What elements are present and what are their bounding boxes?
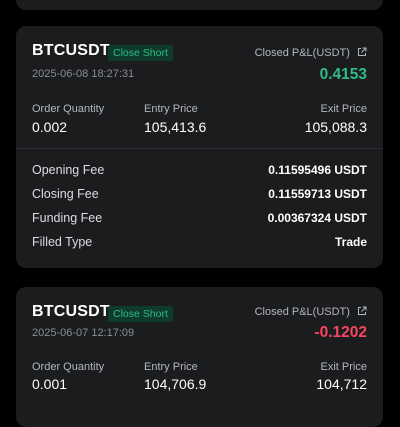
side-badge: Close Short [108, 306, 173, 322]
trade-card[interactable]: BTCUSDT Close Short 2025-06-07 12:17:09 … [16, 287, 383, 427]
entry-price-label: Entry Price [144, 361, 198, 373]
opening-fee-label: Opening Fee [32, 163, 105, 177]
entry-price-label: Entry Price [144, 103, 198, 115]
external-link-icon[interactable] [357, 306, 367, 316]
funding-fee-label: Funding Fee [32, 211, 103, 225]
pnl-label: Closed P&L(USDT) [254, 306, 350, 318]
pnl-label: Closed P&L(USDT) [254, 47, 350, 59]
filled-type-label: Filled Type [32, 235, 93, 249]
trade-card[interactable]: BTCUSDT Close Short 2025-06-08 18:27:31 … [16, 26, 383, 268]
exit-price-label: Exit Price [320, 361, 367, 373]
trade-symbol: BTCUSDT [32, 42, 110, 59]
external-link-icon[interactable] [357, 47, 367, 57]
order-quantity-label: Order Quantity [32, 361, 105, 373]
pnl-link[interactable]: Closed P&L(USDT) [255, 306, 367, 318]
previous-trade-card[interactable] [16, 0, 383, 10]
exit-price-value: 105,088.3 [304, 119, 367, 135]
exit-price-value: 104,712 [316, 376, 367, 392]
order-quantity-label: Order Quantity [32, 103, 105, 115]
pnl-value: -0.1202 [314, 324, 367, 341]
divider [16, 148, 383, 149]
order-quantity-value: 0.002 [32, 119, 68, 135]
trade-timestamp: 2025-06-08 18:27:31 [32, 68, 135, 80]
order-quantity-value: 0.001 [32, 376, 68, 392]
exit-price-label: Exit Price [320, 103, 367, 115]
funding-fee-value: 0.00367324 USDT [267, 211, 367, 225]
closing-fee-label: Closing Fee [32, 187, 99, 201]
pnl-link[interactable]: Closed P&L(USDT) [255, 47, 367, 59]
trade-timestamp: 2025-06-07 12:17:09 [32, 327, 135, 339]
entry-price-value: 105,413.6 [144, 119, 207, 135]
side-badge: Close Short [108, 45, 173, 61]
pnl-value: 0.4153 [319, 66, 367, 83]
filled-type-value: Trade [334, 235, 367, 249]
trade-symbol: BTCUSDT [32, 303, 110, 320]
opening-fee-value: 0.11595496 USDT [268, 163, 367, 177]
entry-price-value: 104,706.9 [144, 376, 207, 392]
closing-fee-value: 0.11559713 USDT [268, 187, 367, 201]
